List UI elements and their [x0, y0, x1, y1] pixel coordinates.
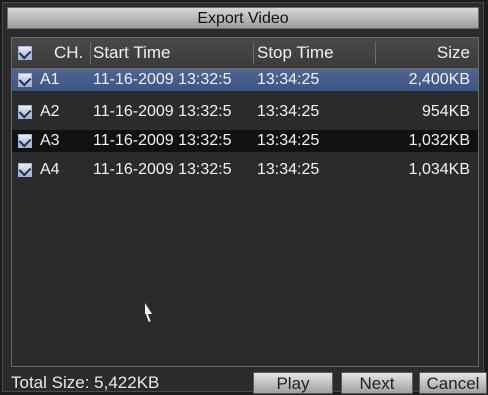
- table-row[interactable]: A3 11-16-2009 13:32:5 13:34:25 1,032KB: [12, 130, 478, 152]
- row-size: 954KB: [421, 103, 470, 120]
- row-size: 2,400KB: [408, 71, 470, 88]
- header-stop-time: Stop Time: [257, 43, 334, 62]
- export-table: CH. Start Time Stop Time Size A1 11-16-2…: [11, 37, 479, 367]
- row-channel: A2: [40, 103, 60, 120]
- row-size: 1,032KB: [408, 132, 470, 149]
- row-start-time: 11-16-2009 13:32:5: [93, 71, 232, 88]
- row-stop-time: 13:34:25: [257, 161, 320, 178]
- table-header: CH. Start Time Stop Time Size: [12, 38, 478, 69]
- row-start-time: 11-16-2009 13:32:5: [93, 132, 232, 149]
- table-row[interactable]: A2 11-16-2009 13:32:5 13:34:25 954KB: [12, 101, 478, 123]
- header-divider: [375, 42, 376, 64]
- next-button[interactable]: Next: [341, 372, 413, 394]
- table-row[interactable]: A4 11-16-2009 13:32:5 13:34:25 1,034KB: [12, 159, 478, 181]
- row-channel: A3: [40, 132, 60, 149]
- mouse-pointer-icon: [145, 303, 152, 314]
- row-stop-time: 13:34:25: [257, 103, 320, 120]
- row-channel: A4: [40, 161, 60, 178]
- header-size: Size: [436, 43, 470, 62]
- table-row[interactable]: A1 11-16-2009 13:32:5 13:34:25 2,400KB: [12, 69, 478, 91]
- header-divider: [90, 42, 91, 64]
- row-checkbox[interactable]: [18, 105, 32, 119]
- cancel-button[interactable]: Cancel: [419, 372, 487, 394]
- row-channel: A1: [40, 71, 60, 88]
- header-start-time: Start Time: [93, 43, 171, 62]
- row-stop-time: 13:34:25: [257, 71, 320, 88]
- export-video-dialog: Export Video CH. Start Time Stop Time Si…: [2, 2, 487, 394]
- select-all-checkbox[interactable]: [18, 46, 32, 60]
- play-button[interactable]: Play: [253, 372, 333, 394]
- row-start-time: 11-16-2009 13:32:5: [93, 161, 232, 178]
- total-size-label: Total Size: 5,422KB: [11, 373, 160, 392]
- header-divider: [253, 42, 254, 64]
- dialog-title: Export Video: [7, 7, 479, 29]
- header-channel: CH.: [54, 43, 84, 62]
- row-checkbox[interactable]: [18, 73, 32, 87]
- row-size: 1,034KB: [408, 161, 470, 178]
- row-checkbox[interactable]: [18, 163, 32, 177]
- row-checkbox[interactable]: [18, 134, 32, 148]
- row-start-time: 11-16-2009 13:32:5: [93, 103, 232, 120]
- row-stop-time: 13:34:25: [257, 132, 320, 149]
